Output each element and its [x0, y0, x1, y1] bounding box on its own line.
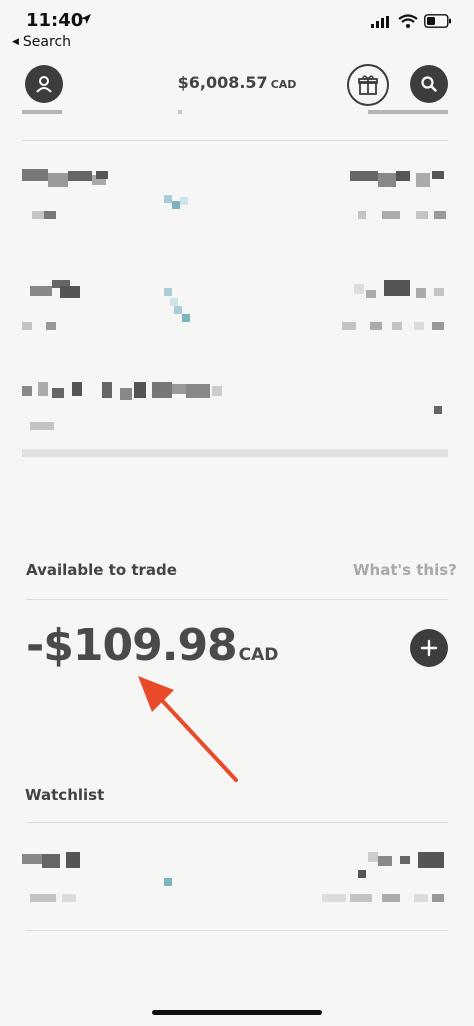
back-arrow-icon: ◀ — [12, 37, 19, 47]
app-header: $6,008.57 CAD — [0, 60, 474, 108]
balance-value: $6,008.57 — [177, 73, 268, 92]
holding-row[interactable] — [22, 276, 448, 356]
wifi-icon — [398, 14, 418, 28]
status-bar: 11:40 ◀ Search — [0, 0, 474, 50]
sparkline-icon — [164, 195, 172, 203]
available-amount: -$109.98 CAD — [26, 620, 278, 671]
search-button[interactable] — [410, 65, 448, 103]
back-to-search-link[interactable]: ◀ Search — [12, 34, 71, 50]
home-indicator[interactable] — [152, 1010, 322, 1015]
annotation-arrow-icon — [138, 676, 238, 782]
search-icon — [421, 76, 437, 92]
back-label: Search — [22, 34, 72, 50]
section-divider — [26, 599, 448, 600]
holding-row[interactable] — [22, 163, 448, 243]
row-divider — [22, 140, 448, 141]
gift-button[interactable] — [347, 64, 389, 106]
whats-this-link[interactable]: What's this? — [353, 561, 457, 579]
available-amount-value: -$109.98 — [26, 620, 238, 671]
signal-icon — [371, 16, 389, 28]
add-funds-button[interactable] — [410, 629, 448, 667]
available-to-trade-label: Available to trade — [26, 561, 177, 579]
sparkline-icon — [164, 878, 172, 886]
holding-row-partial[interactable] — [22, 110, 448, 140]
status-time: 11:40 — [26, 10, 84, 31]
watchlist-title: Watchlist — [25, 786, 105, 804]
row-divider — [26, 930, 448, 931]
gift-icon — [358, 75, 378, 95]
holdings-end-divider — [22, 449, 448, 457]
holding-row[interactable] — [22, 378, 448, 458]
balance-currency: CAD — [270, 78, 297, 91]
location-arrow-icon — [81, 14, 91, 24]
watchlist-row[interactable] — [22, 848, 448, 928]
available-currency: CAD — [238, 645, 279, 665]
section-divider — [26, 822, 448, 823]
plus-icon — [420, 639, 438, 657]
battery-icon — [424, 14, 451, 28]
account-balance: $6,008.57 CAD — [0, 73, 474, 92]
sparkline-icon — [164, 288, 172, 296]
